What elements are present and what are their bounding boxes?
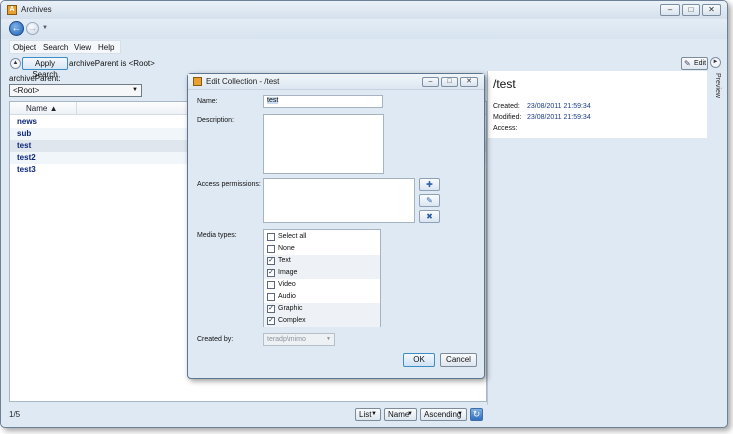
menu-view[interactable]: View (74, 43, 91, 52)
archive-parent-value: <Root> (13, 86, 40, 95)
preview-path: /test (493, 77, 516, 91)
collapse-search-icon[interactable]: ▲ (10, 58, 21, 69)
edit-permission-icon[interactable]: ✎ (419, 194, 440, 207)
title-bar: A Archives – □ ✕ (1, 1, 727, 19)
item-count: 1/5 (9, 410, 21, 419)
media-audio[interactable]: Audio (264, 291, 380, 303)
access-label: Access: (493, 125, 518, 132)
chevron-down-icon: ▼ (407, 411, 413, 417)
close-button[interactable]: ✕ (702, 4, 721, 16)
archives-window: A Archives – □ ✕ ← → ▼ Object Search Vie… (0, 0, 728, 428)
apply-search-button[interactable]: Apply Search (22, 57, 68, 79)
permissions-list[interactable] (263, 178, 415, 223)
menu-help[interactable]: Help (98, 43, 114, 52)
created-value: 23/08/2011 21:59:34 (527, 103, 591, 110)
preview-toggle-icon[interactable]: ► (710, 57, 721, 68)
modified-label: Modified: (493, 114, 522, 121)
chevron-down-icon: ▼ (132, 87, 138, 93)
ok-button[interactable]: OK (403, 353, 435, 367)
created-by-select: teradp\mimo ▼ (263, 333, 335, 346)
back-arrow-icon[interactable]: ← (9, 21, 24, 36)
app-icon (193, 77, 202, 86)
media-types-label: Media types: (197, 232, 237, 239)
menu-bar: Object Search View Help (9, 40, 121, 54)
cancel-button[interactable]: Cancel (440, 353, 477, 367)
view-mode-select[interactable]: List ▼ (355, 408, 381, 421)
forward-arrow-icon[interactable]: → (26, 22, 39, 35)
media-types-list: Select all None ✓ Text ✓ Image Video Audio… (263, 229, 381, 327)
preview-pane: /test Created: 23/08/2011 21:59:34 Modif… (487, 71, 707, 405)
chevron-down-icon: ▼ (326, 336, 331, 342)
archive-parent-select[interactable]: <Root> ▼ (9, 84, 142, 97)
checkbox[interactable] (267, 281, 275, 289)
menu-object[interactable]: Object (13, 43, 36, 52)
menu-search[interactable]: Search (43, 43, 68, 52)
dialog-title-bar: Edit Collection - /test – □ ✕ (188, 74, 484, 90)
column-divider[interactable] (76, 102, 77, 115)
media-complex[interactable]: ✓ Complex (264, 315, 380, 327)
name-column-header[interactable]: Name ▲ (26, 104, 57, 113)
filter-description: archiveParent is <Root> (69, 59, 155, 68)
checkbox-checked[interactable]: ✓ (267, 257, 275, 265)
refresh-icon[interactable]: ↻ (470, 408, 483, 421)
add-permission-icon[interactable]: ✚ (419, 178, 440, 191)
description-textarea[interactable] (263, 114, 384, 174)
sort-order-select[interactable]: Ascending ▼ (420, 408, 467, 421)
description-label: Description: (197, 117, 234, 124)
param-label: archiveParent: (9, 74, 61, 83)
edit-collection-dialog: Edit Collection - /test – □ ✕ Name: test… (187, 73, 485, 379)
status-bar: 1/5 List ▼ Name ▼ Ascending ▼ ↻ (1, 405, 727, 425)
navigation-bar: ← → ▼ (1, 19, 727, 39)
created-by-label: Created by: (197, 336, 234, 343)
chevron-down-icon: ▼ (457, 411, 463, 417)
checkbox[interactable] (267, 293, 275, 301)
dialog-minimize-button[interactable]: – (422, 77, 439, 87)
checkbox[interactable] (267, 233, 275, 241)
pencil-icon: ✎ (684, 59, 691, 68)
media-graphic[interactable]: ✓ Graphic (264, 303, 380, 315)
dialog-maximize-button[interactable]: □ (441, 77, 458, 87)
checkbox-checked[interactable]: ✓ (267, 269, 275, 277)
remove-permission-icon[interactable]: ✖ (419, 210, 440, 223)
media-text[interactable]: ✓ Text (264, 255, 380, 267)
checkbox-checked[interactable]: ✓ (267, 317, 275, 325)
app-icon: A (7, 5, 17, 15)
dialog-close-button[interactable]: ✕ (460, 77, 478, 87)
minimize-button[interactable]: – (660, 4, 680, 16)
window-title: Archives (21, 5, 52, 14)
checkbox[interactable] (267, 245, 275, 253)
preview-side-label[interactable]: Preview (707, 73, 721, 103)
checkbox-checked[interactable]: ✓ (267, 305, 275, 313)
permissions-label: Access permissions: (197, 181, 261, 188)
media-video[interactable]: Video (264, 279, 380, 291)
preview-details: /test Created: 23/08/2011 21:59:34 Modif… (488, 71, 707, 138)
name-label: Name: (197, 98, 218, 105)
media-none[interactable]: None (264, 243, 380, 255)
name-input[interactable]: test (263, 95, 383, 108)
chevron-down-icon: ▼ (371, 411, 377, 417)
maximize-button[interactable]: □ (682, 4, 700, 16)
modified-value: 23/08/2011 21:59:34 (527, 114, 591, 121)
media-image[interactable]: ✓ Image (264, 267, 380, 279)
media-select-all[interactable]: Select all (264, 231, 380, 243)
dialog-title: Edit Collection - /test (206, 77, 280, 86)
sort-field-select[interactable]: Name ▼ (384, 408, 417, 421)
edit-button[interactable]: ✎ Edit (681, 57, 708, 70)
history-dropdown-icon[interactable]: ▼ (42, 25, 48, 31)
created-label: Created: (493, 103, 520, 110)
